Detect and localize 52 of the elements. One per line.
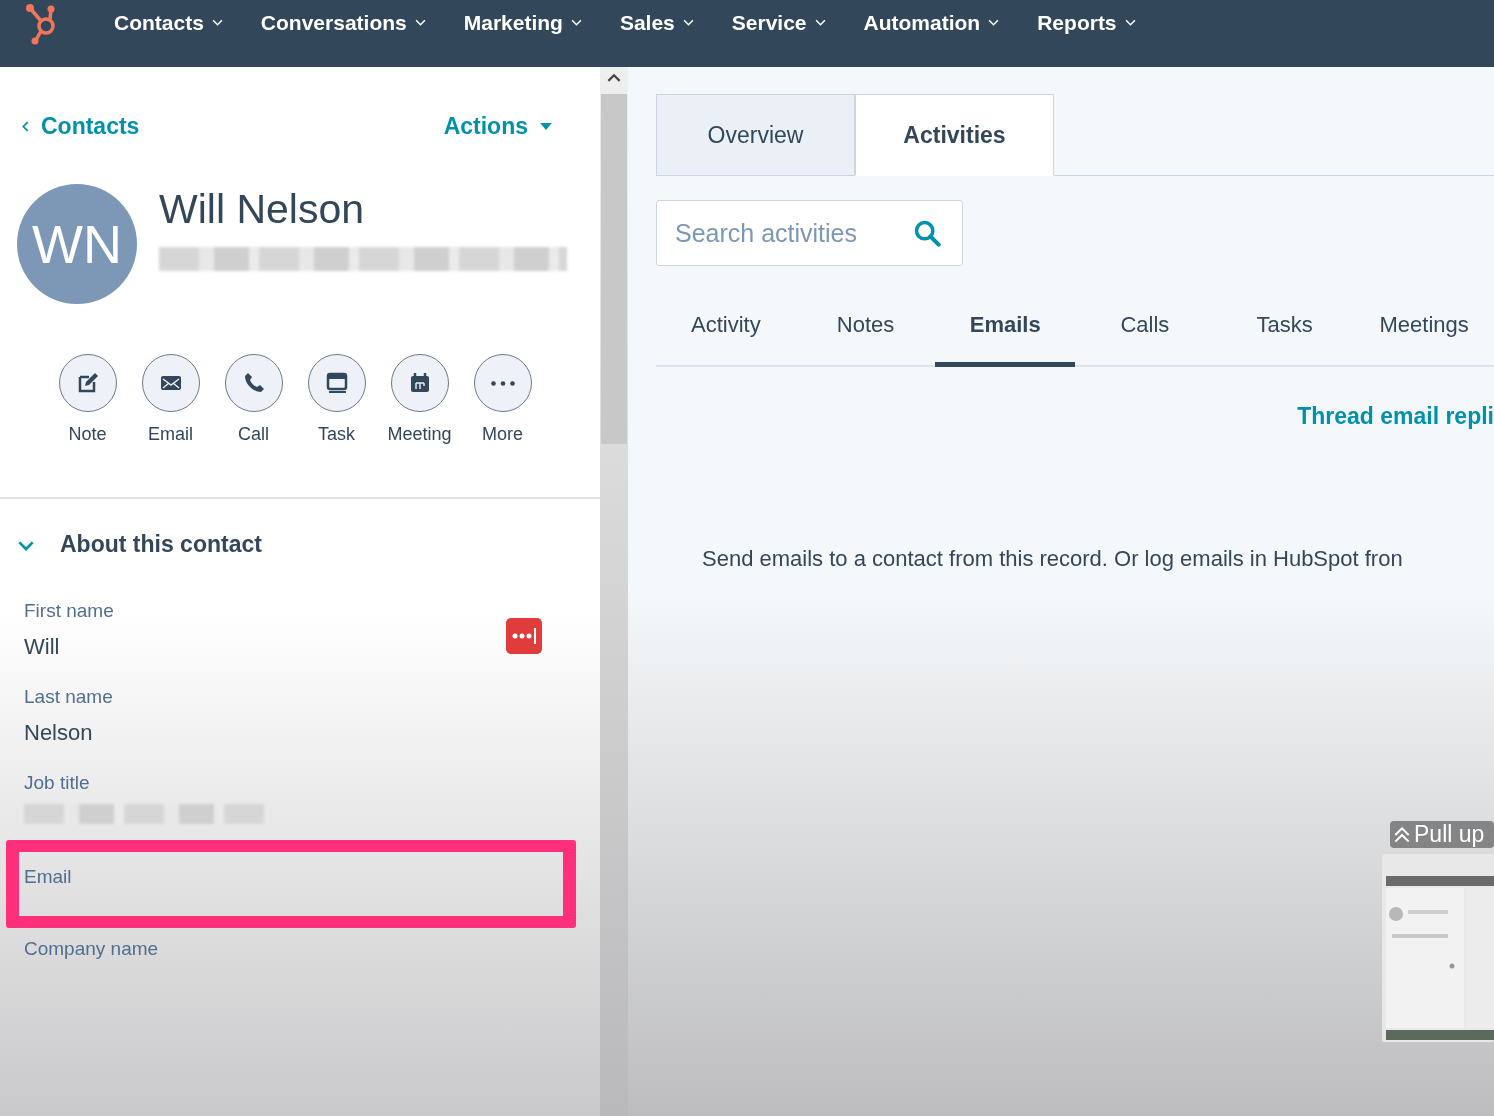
field-value: Nelson bbox=[24, 720, 93, 746]
chevron-down-icon bbox=[682, 19, 694, 26]
chevron-down-icon bbox=[570, 19, 582, 26]
action-label: More bbox=[482, 424, 523, 445]
tab[interactable]: Activities bbox=[855, 94, 1054, 176]
double-chevron-up-icon bbox=[1394, 826, 1410, 843]
filter-tab[interactable]: Meetings bbox=[1354, 288, 1494, 367]
chevron-down-icon bbox=[988, 19, 1000, 26]
search-field[interactable]: Search activities bbox=[656, 200, 963, 266]
filter-tab[interactable]: Tasks bbox=[1214, 288, 1355, 367]
field-label: Job title bbox=[24, 772, 90, 793]
tab[interactable]: Overview bbox=[656, 94, 855, 176]
action-label: Note bbox=[68, 424, 107, 445]
password-manager-icon[interactable] bbox=[506, 618, 542, 654]
filter-tab[interactable]: Emails bbox=[935, 288, 1075, 367]
section-toggle[interactable]: About this contact bbox=[0, 499, 262, 590]
field-label: First name bbox=[24, 600, 114, 621]
filter-tab[interactable]: Calls bbox=[1075, 288, 1215, 367]
chevron-down-icon bbox=[414, 19, 426, 26]
action-label: Task bbox=[318, 424, 355, 445]
filter-tab[interactable]: Activity bbox=[656, 288, 796, 367]
chevron-down-icon bbox=[211, 19, 223, 26]
action-label: Email bbox=[148, 424, 193, 445]
field-label: Email bbox=[24, 866, 72, 887]
field-value: Will bbox=[24, 634, 60, 660]
caret-icon bbox=[540, 123, 552, 130]
task-icon bbox=[324, 371, 349, 395]
chevron-down-icon bbox=[814, 19, 826, 26]
nav-menu-item[interactable]: Reports bbox=[1037, 10, 1136, 35]
nav-menu-item[interactable]: Conversations bbox=[260, 10, 426, 35]
actions-dropdown[interactable]: Actions bbox=[443, 113, 552, 140]
filter-tab[interactable]: Notes bbox=[795, 288, 936, 367]
chevron-down-icon bbox=[1124, 19, 1136, 26]
nav-menu-item[interactable]: Automation bbox=[863, 10, 1000, 35]
nav-menu-item[interactable]: Service bbox=[731, 10, 826, 35]
action-label: Meeting bbox=[387, 424, 452, 445]
pull-up-hint: Pull up bbox=[1390, 821, 1494, 848]
empty-state-message: Send emails to a contact from this record. Or log emails in HubSpot fron bbox=[702, 546, 1404, 572]
field-label: Company name bbox=[24, 938, 159, 959]
avatar: WN bbox=[17, 184, 137, 304]
back-link[interactable]: Contacts bbox=[22, 113, 140, 140]
nav-menu-item[interactable]: Sales bbox=[619, 10, 694, 35]
nav-menu-item[interactable]: Marketing bbox=[463, 10, 582, 35]
search-icon[interactable] bbox=[913, 219, 941, 247]
scroll-up-icon[interactable] bbox=[607, 73, 621, 82]
more-icon bbox=[490, 380, 515, 386]
contact-name: Will Nelson bbox=[159, 186, 366, 233]
chevron-left-icon bbox=[22, 121, 29, 132]
action-label: Call bbox=[238, 424, 269, 445]
scrollbar[interactable] bbox=[600, 67, 628, 1116]
field-label: Last name bbox=[24, 686, 113, 707]
nav-menu-item[interactable]: Contacts bbox=[114, 10, 223, 35]
